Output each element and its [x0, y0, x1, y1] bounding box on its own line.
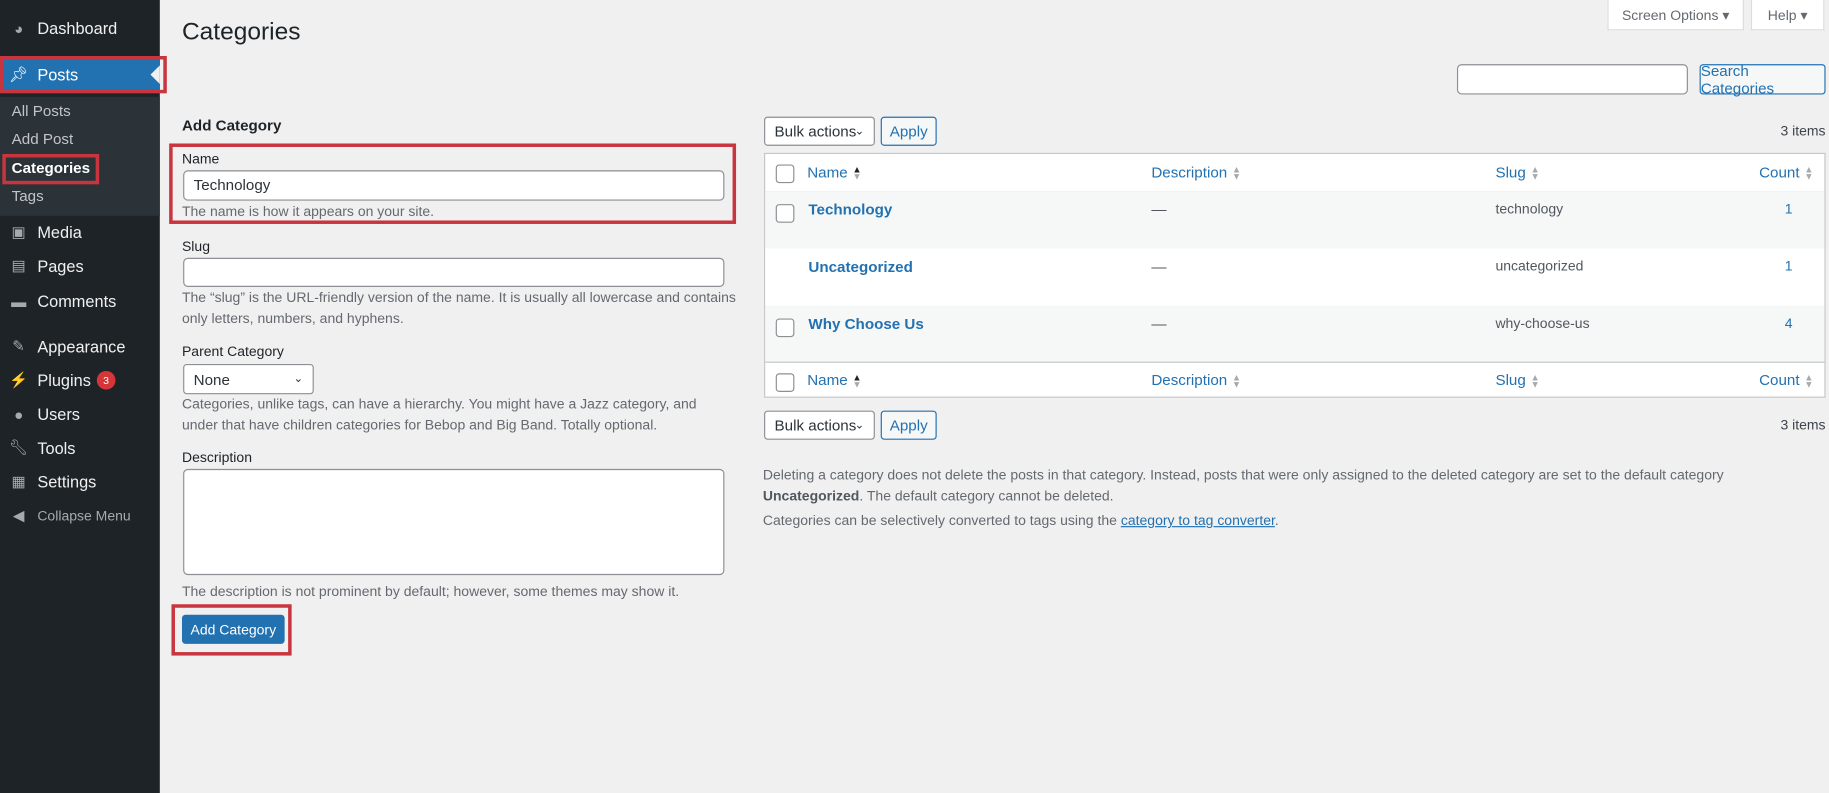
table-row: Why Choose Us — why-choose-us 4 [765, 305, 1825, 363]
plugin-icon: ⚡ [9, 370, 29, 389]
search-categories-button[interactable]: Search Categories [1699, 62, 1826, 97]
sidebar-item-pages[interactable]: ▤ Pages [0, 250, 160, 283]
column-description[interactable]: Description ▲ ▼ [1151, 163, 1242, 182]
dashboard-icon: ◕ [14, 19, 24, 37]
collapse-menu-button[interactable]: ◀ Collapse Menu [0, 499, 160, 532]
column-slug[interactable]: Slug ▲ ▼ [1495, 163, 1540, 182]
sort-icon: ▲ ▼ [1530, 371, 1540, 390]
table-header: Name ▲ ▼ Description ▲ ▼ Slug ▲ ▼ Count ▲ ▼ [765, 154, 1825, 193]
highlight-box-categories [2, 153, 100, 185]
sort-icon: ▲ ▼ [1231, 163, 1242, 182]
select-all-checkbox[interactable] [775, 164, 795, 184]
category-description: — [1151, 314, 1167, 333]
slug-help: The “slug” is the URL-friendly version o… [181, 289, 736, 327]
sidebar-item-comments[interactable]: ▬ Comments [0, 285, 160, 318]
category-name-link[interactable]: Technology [808, 201, 892, 218]
category-count-link[interactable]: 1 [1785, 258, 1793, 274]
pages-icon: ▤ [11, 256, 26, 275]
items-count-bottom: 3 items [1780, 416, 1826, 433]
column-slug[interactable]: Slug ▲ ▼ [1495, 371, 1540, 390]
wrench-icon: 🔧︎ [9, 438, 29, 457]
category-slug: why-choose-us [1495, 314, 1590, 332]
chevron-down-icon: ⌄ [854, 418, 865, 432]
highlight-box-submit [171, 604, 292, 656]
category-description: — [1151, 257, 1167, 276]
submenu-tags[interactable]: Tags [12, 187, 44, 204]
column-count[interactable]: Count ▲ ▼ [1759, 163, 1814, 182]
row-checkbox[interactable] [775, 204, 795, 223]
delete-category-note: Deleting a category does not delete the … [762, 466, 1724, 504]
sidebar-item-users[interactable]: ● Users [0, 398, 160, 431]
sort-icon: ▲ ▼ [1530, 163, 1540, 182]
category-to-tag-converter-link[interactable]: category to tag converter [1121, 512, 1275, 528]
settings-icon: ▦ [11, 472, 26, 490]
apply-button-top[interactable]: Apply [880, 116, 937, 146]
category-count-link[interactable]: 4 [1785, 315, 1793, 331]
sidebar-item-tools[interactable]: 🔧︎ Tools [0, 432, 160, 465]
select-all-checkbox-footer[interactable] [775, 373, 795, 392]
apply-button-bottom[interactable]: Apply [880, 410, 937, 440]
row-checkbox[interactable] [775, 318, 795, 338]
add-category-heading: Add Category [181, 116, 282, 135]
slug-input[interactable] [183, 257, 725, 287]
category-slug: uncategorized [1495, 257, 1584, 275]
category-description: — [1151, 200, 1167, 219]
converter-note: Categories can be selectively converted … [762, 512, 1279, 529]
sort-icon: ▲ ▼ [1804, 163, 1814, 182]
parent-category-select[interactable]: None ⌄ [183, 363, 314, 395]
sort-icon: ▲ ▼ [1231, 371, 1242, 390]
category-name-link[interactable]: Why Choose Us [808, 315, 923, 332]
table-row: Technology — technology 1 [765, 191, 1825, 249]
slug-label: Slug [181, 237, 211, 255]
sidebar-item-dashboard[interactable]: ◕ Dashboard [0, 12, 160, 45]
comments-icon: ▬ [11, 292, 27, 310]
chevron-down-icon: ⌄ [854, 124, 865, 138]
parent-category-label: Parent Category [181, 342, 284, 360]
bulk-actions-select-top[interactable]: Bulk actions ⌄ [764, 116, 875, 146]
description-help: The description is not prominent by defa… [181, 583, 680, 600]
sort-icon: ▲ ▼ [852, 163, 862, 182]
page-title: Categories [181, 18, 301, 46]
sidebar-item-settings[interactable]: ▦ Settings [0, 465, 160, 498]
column-name[interactable]: Name ▲ ▼ [807, 371, 862, 390]
search-input[interactable] [1456, 64, 1688, 95]
sidebar-item-media[interactable]: ▣ Media [0, 216, 160, 249]
bulk-actions-select-bottom[interactable]: Bulk actions ⌄ [764, 410, 875, 440]
submenu-add-post[interactable]: Add Post [12, 130, 74, 147]
parent-category-help: Categories, unlike tags, can have a hier… [181, 395, 697, 433]
users-icon: ● [14, 405, 24, 423]
collapse-icon: ◀ [12, 506, 25, 524]
chevron-down-icon: ⌄ [293, 372, 304, 386]
submenu-all-posts[interactable]: All Posts [12, 102, 71, 119]
description-label: Description [181, 449, 253, 466]
category-count-link[interactable]: 1 [1785, 201, 1793, 217]
column-description[interactable]: Description ▲ ▼ [1151, 371, 1242, 390]
table-footer: Name ▲ ▼ Description ▲ ▼ Slug ▲ ▼ Count ▲ ▼ [765, 363, 1824, 398]
brush-icon: ✎ [12, 337, 26, 355]
column-name[interactable]: Name ▲ ▼ [807, 163, 862, 182]
sort-icon: ▲ ▼ [852, 371, 862, 390]
name-label: Name [181, 150, 220, 167]
sort-icon: ▲ ▼ [1804, 371, 1814, 390]
highlight-box-posts [0, 55, 167, 94]
description-textarea[interactable] [183, 468, 725, 576]
help-button[interactable]: Help ▾ [1750, 0, 1825, 31]
categories-table: Name ▲ ▼ Description ▲ ▼ Slug ▲ ▼ Count ▲ ▼ Tech… [764, 152, 1826, 398]
items-count-top: 3 items [1780, 122, 1826, 139]
media-icon: ▣ [11, 222, 26, 241]
plugins-update-badge: 3 [96, 370, 116, 390]
sidebar-item-appearance[interactable]: ✎ Appearance [0, 330, 160, 363]
name-help: The name is how it appears on your site. [181, 202, 435, 220]
category-name-link[interactable]: Uncategorized [808, 258, 912, 275]
sidebar-item-plugins[interactable]: ⚡ Plugins 3 [0, 364, 160, 397]
column-count[interactable]: Count ▲ ▼ [1759, 371, 1814, 390]
screen-options-button[interactable]: Screen Options ▾ [1607, 0, 1744, 31]
category-slug: technology [1495, 200, 1564, 217]
name-input[interactable]: Technology [183, 170, 725, 201]
table-row: Uncategorized — uncategorized 1 [765, 248, 1825, 306]
